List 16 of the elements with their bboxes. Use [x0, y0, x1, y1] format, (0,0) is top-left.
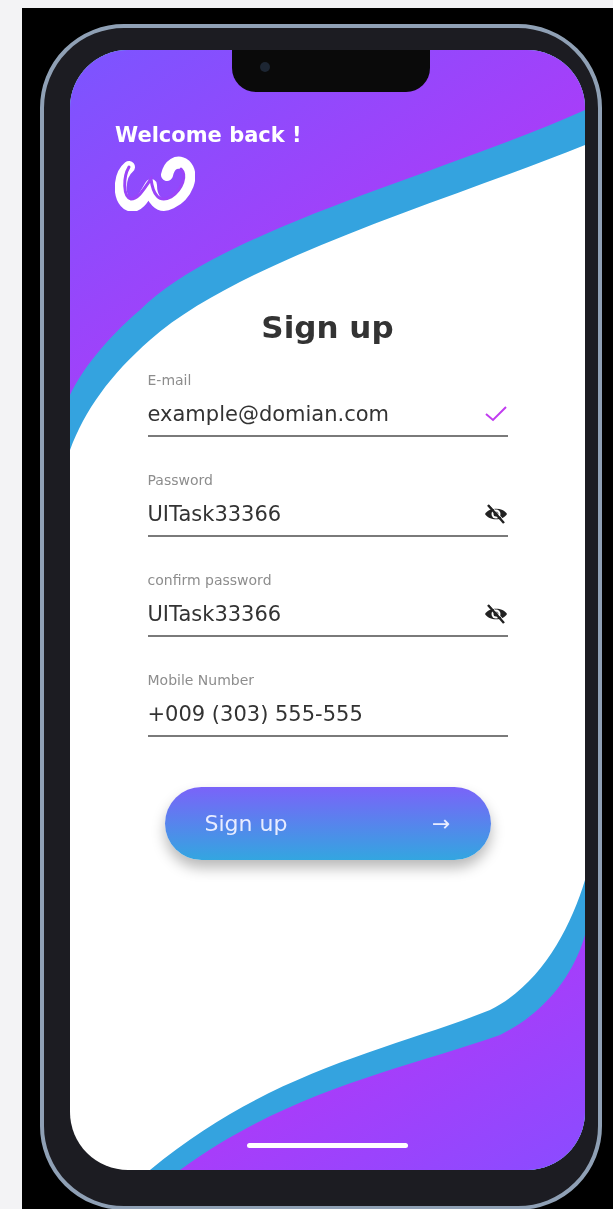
- check-icon: [483, 405, 508, 423]
- eye-slash-icon[interactable]: [483, 604, 508, 624]
- camera-icon: [260, 62, 270, 72]
- input-field[interactable]: UITask33366: [147, 593, 508, 637]
- field-label: confirm password: [147, 571, 273, 589]
- input-field[interactable]: UITask33366: [147, 493, 508, 537]
- logo-icon: [115, 155, 195, 211]
- welcome-text: Welcome back !: [115, 123, 302, 147]
- field-label: Password: [147, 471, 214, 489]
- eye-slash-icon[interactable]: [483, 504, 508, 524]
- field-label: Mobile Number: [147, 671, 256, 689]
- input-field[interactable]: example@domian.com: [147, 393, 508, 437]
- arrow-icon: →: [432, 811, 451, 836]
- field-label: E-mail: [147, 371, 193, 389]
- page-title: Sign up: [261, 309, 394, 345]
- input-field[interactable]: +009 (303) 555-555: [147, 693, 508, 737]
